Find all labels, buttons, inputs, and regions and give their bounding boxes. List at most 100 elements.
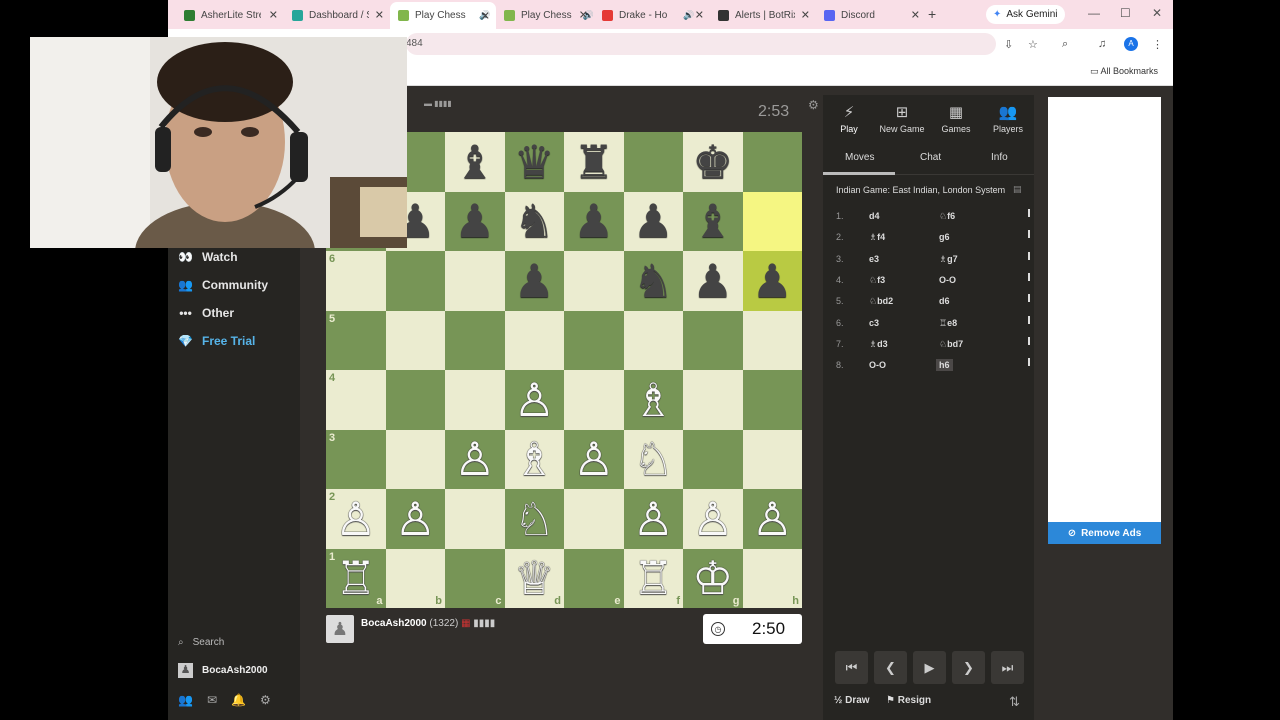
close-icon[interactable]: ✕ <box>695 9 704 22</box>
minimize-icon[interactable]: — <box>1088 6 1100 20</box>
first-move-button[interactable]: ⏮ <box>835 651 868 684</box>
profile-avatar[interactable]: A <box>1124 37 1138 51</box>
black-move[interactable]: ♘f6 <box>939 211 955 222</box>
panel-tab[interactable]: Info <box>991 152 1008 163</box>
browser-tab[interactable]: AsherLite Strea ✕ <box>176 4 284 26</box>
panel-nav-item[interactable]: ⊞ New Game <box>876 103 928 134</box>
bell-icon[interactable]: 🔔 <box>231 693 246 707</box>
chess-piece[interactable]: ♟ <box>505 251 565 311</box>
gemini-button[interactable]: ✦ Ask Gemini <box>986 5 1065 24</box>
chess-piece[interactable]: ♛ <box>505 132 565 192</box>
chess-piece[interactable]: ♔ <box>683 549 743 609</box>
install-icon[interactable]: ⇩ <box>1004 38 1013 51</box>
resign-button[interactable]: ⚑ Resign <box>886 695 931 706</box>
chess-piece[interactable]: ♟ <box>743 251 803 311</box>
browser-tab[interactable]: Play Chess 🔊 ✕ <box>496 4 594 26</box>
board-square[interactable]: 3 <box>326 429 386 489</box>
user-profile[interactable]: ♟ BocaAsh2000 <box>178 663 268 678</box>
board-square[interactable] <box>385 370 445 430</box>
chess-piece[interactable]: ♕ <box>505 549 565 609</box>
white-move[interactable]: e3 <box>869 254 879 264</box>
chess-piece[interactable]: ♙ <box>326 489 386 549</box>
browser-tab[interactable]: Alerts | BotRix ✕ <box>710 4 816 26</box>
sidebar-item[interactable]: 👥 Community <box>178 278 268 292</box>
white-move[interactable]: O-O <box>869 360 886 370</box>
menu-icon[interactable]: ⋮ <box>1152 38 1163 51</box>
board-square[interactable] <box>564 489 624 549</box>
chess-piece[interactable]: ♙ <box>564 430 624 490</box>
panel-tab[interactable]: Moves <box>845 152 874 163</box>
remove-ads-button[interactable]: ⊘ Remove Ads <box>1048 522 1161 544</box>
close-icon[interactable]: ✕ <box>579 9 588 22</box>
board-square[interactable] <box>742 310 802 370</box>
board-square[interactable] <box>445 310 505 370</box>
chess-piece[interactable]: ♟ <box>445 192 505 252</box>
browser-tab[interactable]: Play Chess 🔊 ✕ <box>390 2 496 29</box>
lens-icon[interactable]: ⌕ <box>1062 38 1068 51</box>
panel-nav-item[interactable]: 👥 Players <box>982 103 1034 134</box>
board-square[interactable] <box>504 310 564 370</box>
chess-piece[interactable]: ♟ <box>683 251 743 311</box>
board-square[interactable] <box>742 132 802 192</box>
board-square[interactable] <box>683 310 743 370</box>
board-square[interactable]: 5 <box>326 310 386 370</box>
board-square[interactable] <box>742 429 802 489</box>
board-square[interactable] <box>385 251 445 311</box>
play-button[interactable]: ▶ <box>913 651 946 684</box>
chess-piece[interactable]: ♟ <box>624 192 684 252</box>
friends-icon[interactable]: 👥 <box>178 693 193 707</box>
speaker-icon[interactable]: 🔊 <box>683 10 694 21</box>
close-icon[interactable]: ✕ <box>801 9 810 22</box>
chess-piece[interactable]: ♘ <box>624 430 684 490</box>
player-avatar[interactable]: ♟ <box>326 615 354 643</box>
black-move[interactable]: ♖e8 <box>939 318 957 329</box>
black-move[interactable]: h6 <box>936 359 953 372</box>
board-square[interactable] <box>623 132 683 192</box>
white-move[interactable]: ♘f3 <box>869 275 885 286</box>
chess-piece[interactable]: ♗ <box>505 430 565 490</box>
black-move[interactable]: d6 <box>939 296 950 306</box>
search-button[interactable]: ⌕ Search <box>178 637 224 648</box>
board-square[interactable] <box>742 191 802 251</box>
black-move[interactable]: O-O <box>939 275 956 285</box>
chess-piece[interactable]: ♖ <box>624 549 684 609</box>
chess-piece[interactable]: ♝ <box>445 132 505 192</box>
new-tab-button[interactable]: + <box>928 6 936 22</box>
url-field[interactable]: 484 <box>406 33 996 55</box>
all-bookmarks-button[interactable]: ▭ All Bookmarks <box>1090 66 1158 77</box>
board-square[interactable]: 6 <box>326 251 386 311</box>
chess-piece[interactable]: ♝ <box>683 192 743 252</box>
chess-piece[interactable]: ♟ <box>564 192 624 252</box>
flip-board-icon[interactable]: ⇅ <box>1009 694 1020 710</box>
board-square[interactable] <box>564 370 624 430</box>
close-icon[interactable]: ✕ <box>481 9 490 22</box>
board-square[interactable] <box>564 310 624 370</box>
board-square[interactable]: 4 <box>326 370 386 430</box>
chess-piece[interactable]: ♙ <box>743 489 803 549</box>
white-move[interactable]: c3 <box>869 318 879 328</box>
browser-tab[interactable]: Drake - Ho 🔊 ✕ <box>594 4 710 26</box>
board-square[interactable]: c <box>445 548 505 608</box>
board-square[interactable] <box>742 370 802 430</box>
draw-button[interactable]: ½ Draw <box>834 695 870 706</box>
chess-piece[interactable]: ♖ <box>326 549 386 609</box>
chess-piece[interactable]: ♗ <box>624 370 684 430</box>
board-square[interactable] <box>683 370 743 430</box>
chess-piece[interactable]: ♞ <box>505 192 565 252</box>
previous-move-button[interactable]: ❮ <box>874 651 907 684</box>
chess-piece[interactable]: ♙ <box>386 489 446 549</box>
player-name-block[interactable]: BocaAsh2000 (1322) ▦ ▮▮▮▮ <box>361 618 495 629</box>
board-square[interactable]: b <box>385 548 445 608</box>
chess-piece[interactable]: ♜ <box>564 132 624 192</box>
window-close-icon[interactable]: ✕ <box>1152 6 1162 20</box>
black-move[interactable]: g6 <box>939 232 950 242</box>
board-square[interactable]: e <box>564 548 624 608</box>
chess-piece[interactable]: ♙ <box>683 489 743 549</box>
gear-icon[interactable]: ⚙ <box>260 693 271 707</box>
panel-nav-item[interactable]: ⚡ Play <box>823 103 875 134</box>
close-icon[interactable]: ✕ <box>375 9 384 22</box>
close-icon[interactable]: ✕ <box>911 9 920 22</box>
media-icon[interactable]: ♫ <box>1098 38 1106 50</box>
chess-piece[interactable]: ♙ <box>624 489 684 549</box>
white-move[interactable]: d4 <box>869 211 880 221</box>
